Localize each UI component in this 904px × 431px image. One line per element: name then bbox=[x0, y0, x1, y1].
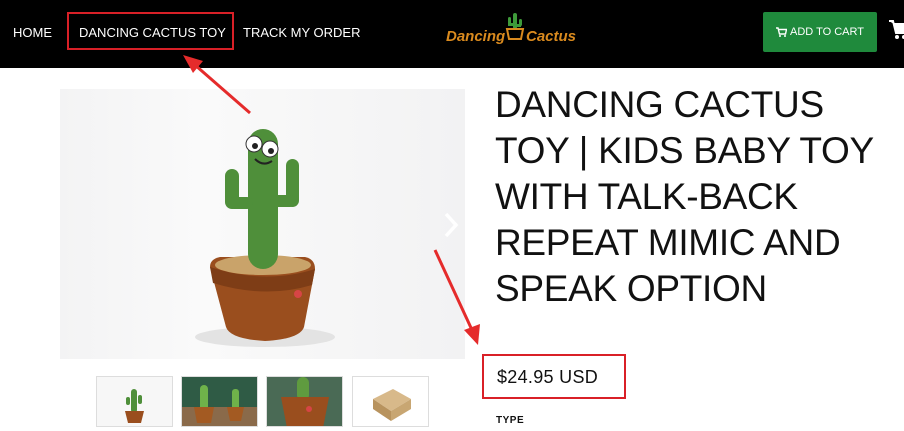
nav-home[interactable]: HOME bbox=[13, 0, 52, 68]
product-title: DANCING CACTUS TOY | KIDS BABY TOY WITH … bbox=[495, 84, 874, 309]
chevron-right-icon[interactable] bbox=[438, 210, 464, 240]
product-price: $24.95 USD bbox=[497, 367, 599, 387]
thumbnail-3[interactable] bbox=[266, 376, 343, 427]
site-logo[interactable]: Dancing Cactus bbox=[444, 10, 584, 52]
cart-icon[interactable] bbox=[889, 18, 904, 40]
logo-word-cactus: Cactus bbox=[526, 28, 577, 45]
cactus-thumbnail-image bbox=[281, 377, 329, 426]
thumbnail-1[interactable] bbox=[96, 376, 173, 427]
product-box-thumbnail-image bbox=[373, 389, 411, 421]
thumbnail-2[interactable] bbox=[181, 376, 258, 427]
thumbnail-4[interactable] bbox=[352, 376, 429, 427]
annotation-box-nav bbox=[67, 12, 234, 50]
add-to-cart-button[interactable]: ADD TO CART bbox=[763, 12, 877, 52]
dancing-cactus-toy-image bbox=[195, 129, 335, 347]
add-to-cart-label: ADD TO CART bbox=[790, 26, 864, 38]
cactus-thumbnail-image bbox=[182, 385, 257, 426]
product-main-image[interactable] bbox=[60, 89, 465, 359]
annotation-arrowhead-price bbox=[464, 324, 480, 345]
cart-icon bbox=[776, 27, 788, 38]
cactus-thumbnail-image bbox=[125, 389, 144, 423]
logo-word-dancing: Dancing bbox=[446, 28, 506, 45]
variant-type-label: TYPE bbox=[496, 415, 525, 426]
cactus-pot-icon bbox=[505, 13, 525, 40]
nav-track-my-order[interactable]: TRACK MY ORDER bbox=[243, 0, 361, 68]
